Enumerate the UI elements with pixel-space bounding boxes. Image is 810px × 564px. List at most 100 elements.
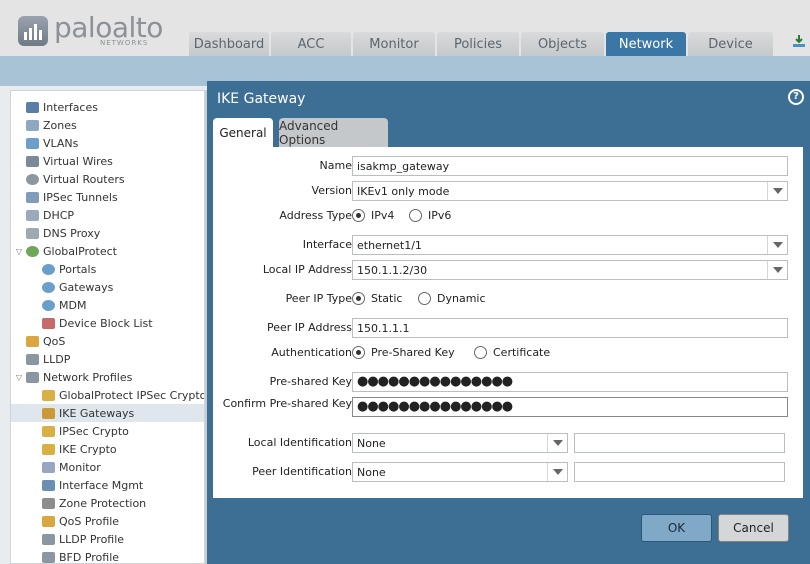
interface-label: Interface (302, 238, 352, 251)
radio-static[interactable]: Static (352, 292, 402, 305)
tree-item-ipsec-tunnels[interactable]: IPSec Tunnels (11, 188, 204, 206)
tree-item-bfd-profile[interactable]: BFD Profile (11, 548, 204, 564)
tree-label: IPSec Crypto (59, 424, 129, 438)
tree-item-vlans[interactable]: VLANs (11, 134, 204, 152)
tab-monitor[interactable]: Monitor (353, 32, 435, 56)
radio-ipv6[interactable]: IPv6 (409, 209, 451, 222)
version-row: Version IKEv1 only mode (213, 181, 803, 203)
confirm-psk-label: Confirm Pre-shared Key (222, 397, 352, 410)
collapse-triangle-icon[interactable]: ▽ (14, 373, 24, 382)
tree-item-dhcp[interactable]: DHCP (11, 206, 204, 224)
local-ip-select[interactable]: 150.1.1.2/30 (352, 260, 788, 280)
tree-label: VLANs (43, 136, 79, 150)
tree-label: BFD Profile (59, 550, 120, 564)
ok-button[interactable]: OK (641, 514, 712, 542)
virtual-routers-icon (26, 173, 39, 185)
tree-item-globalprotect[interactable]: ▽ GlobalProtect (11, 242, 204, 260)
local-id-select[interactable]: None (352, 433, 568, 453)
tree-item-qos[interactable]: QoS (11, 332, 204, 350)
psk-input[interactable]: ●●●●●●●●●●●●●●● (352, 372, 788, 392)
tree-item-device-block-list[interactable]: Device Block List (11, 314, 204, 332)
chevron-down-icon[interactable] (767, 236, 787, 254)
tab-general[interactable]: General (213, 118, 273, 148)
tab-network[interactable]: Network (606, 32, 686, 56)
chevron-down-icon[interactable] (547, 463, 567, 481)
vlans-icon (26, 137, 39, 149)
psk-label: Pre-shared Key (269, 375, 352, 388)
local-ip-label: Local IP Address (262, 263, 352, 276)
tree-item-zones[interactable]: Zones (11, 116, 204, 134)
radio-pre-shared-key[interactable]: Pre-Shared Key (352, 346, 455, 359)
tree-item-interface-mgmt[interactable]: Interface Mgmt (11, 476, 204, 494)
confirm-psk-input[interactable]: ●●●●●●●●●●●●●●● (352, 397, 788, 417)
tree-item-lldp[interactable]: LLDP (11, 350, 204, 368)
tree-item-gateways[interactable]: Gateways (11, 278, 204, 296)
radio-selected-icon (352, 209, 365, 222)
local-id-row: Local Identification None (213, 433, 803, 455)
tree-item-portals[interactable]: Portals (11, 260, 204, 278)
chevron-down-icon[interactable] (767, 261, 787, 279)
tree-label: Interfaces (43, 100, 98, 114)
radio-dynamic[interactable]: Dynamic (418, 292, 486, 305)
tree-label: Virtual Wires (43, 154, 113, 168)
cancel-button[interactable]: Cancel (718, 514, 789, 542)
tree-item-mdm[interactable]: MDM (11, 296, 204, 314)
tree-item-virtual-routers[interactable]: Virtual Routers (11, 170, 204, 188)
tab-device[interactable]: Device (688, 32, 773, 56)
tree-item-ike-crypto[interactable]: IKE Crypto (11, 440, 204, 458)
tree-label: MDM (59, 298, 87, 312)
tree-item-dns-proxy[interactable]: DNS Proxy (11, 224, 204, 242)
radio-certificate-label: Certificate (493, 346, 551, 359)
tree-item-qos-profile[interactable]: QoS Profile (11, 512, 204, 530)
tree-item-globalprotect-ipsec-crypto[interactable]: GlobalProtect IPSec Crypto (11, 386, 204, 404)
tree-label: DHCP (43, 208, 75, 222)
interfaces-icon (26, 101, 39, 113)
gateways-icon (42, 281, 55, 293)
tree-label: QoS (43, 334, 66, 348)
peer-id-select[interactable]: None (352, 462, 568, 482)
interface-select[interactable]: ethernet1/1 (352, 235, 788, 255)
version-select[interactable]: IKEv1 only mode (352, 181, 788, 201)
device-block-list-icon (42, 317, 55, 329)
local-id-value-input[interactable] (574, 433, 785, 453)
tree-item-lldp-profile[interactable]: LLDP Profile (11, 530, 204, 548)
chevron-down-icon[interactable] (767, 182, 787, 200)
tree-label: Interface Mgmt (59, 478, 144, 492)
main-nav: Dashboard ACC Monitor Policies Objects N… (189, 32, 773, 56)
mdm-icon (42, 299, 55, 311)
collapse-triangle-icon[interactable]: ▽ (14, 247, 24, 256)
portals-icon (42, 263, 55, 275)
tree-label: Network Profiles (43, 370, 133, 384)
peer-id-row: Peer Identification None (213, 462, 803, 484)
lldp-icon (26, 353, 39, 365)
qos-icon (26, 335, 39, 347)
network-tree: Interfaces Zones VLANs Virtual Wires Vir… (10, 90, 205, 564)
commit-download-icon[interactable] (792, 34, 806, 48)
help-icon[interactable]: ? (788, 89, 804, 105)
tree-label: Zone Protection (59, 496, 147, 510)
radio-certificate[interactable]: Certificate (474, 346, 550, 359)
name-input[interactable]: isakmp_gateway (352, 156, 788, 176)
tree-item-monitor[interactable]: Monitor (11, 458, 204, 476)
tab-dashboard[interactable]: Dashboard (189, 32, 269, 56)
chevron-down-icon[interactable] (547, 434, 567, 452)
radio-ipv4[interactable]: IPv4 (352, 209, 394, 222)
radio-selected-icon (352, 346, 365, 359)
tree-item-zone-protection[interactable]: Zone Protection (11, 494, 204, 512)
tab-acc[interactable]: ACC (271, 32, 351, 56)
radio-static-label: Static (371, 292, 403, 305)
tab-advanced-options[interactable]: Advanced Options (279, 118, 388, 148)
peer-ip-input[interactable]: 150.1.1.1 (352, 318, 788, 338)
tab-objects[interactable]: Objects (521, 32, 604, 56)
tree-item-interfaces[interactable]: Interfaces (11, 98, 204, 116)
peer-ip-label: Peer IP Address (267, 321, 352, 334)
tree-item-network-profiles[interactable]: ▽ Network Profiles (11, 368, 204, 386)
paloalto-logo: paloalto NETWORKS (18, 14, 163, 47)
local-ip-row: Local IP Address 150.1.1.2/30 (213, 260, 803, 282)
tab-policies[interactable]: Policies (437, 32, 519, 56)
tree-item-virtual-wires[interactable]: Virtual Wires (11, 152, 204, 170)
tree-item-ike-gateways[interactable]: IKE Gateways (11, 404, 204, 422)
peer-id-value-input[interactable] (574, 462, 785, 482)
tree-item-ipsec-crypto[interactable]: IPSec Crypto (11, 422, 204, 440)
tree-label: Zones (43, 118, 77, 132)
